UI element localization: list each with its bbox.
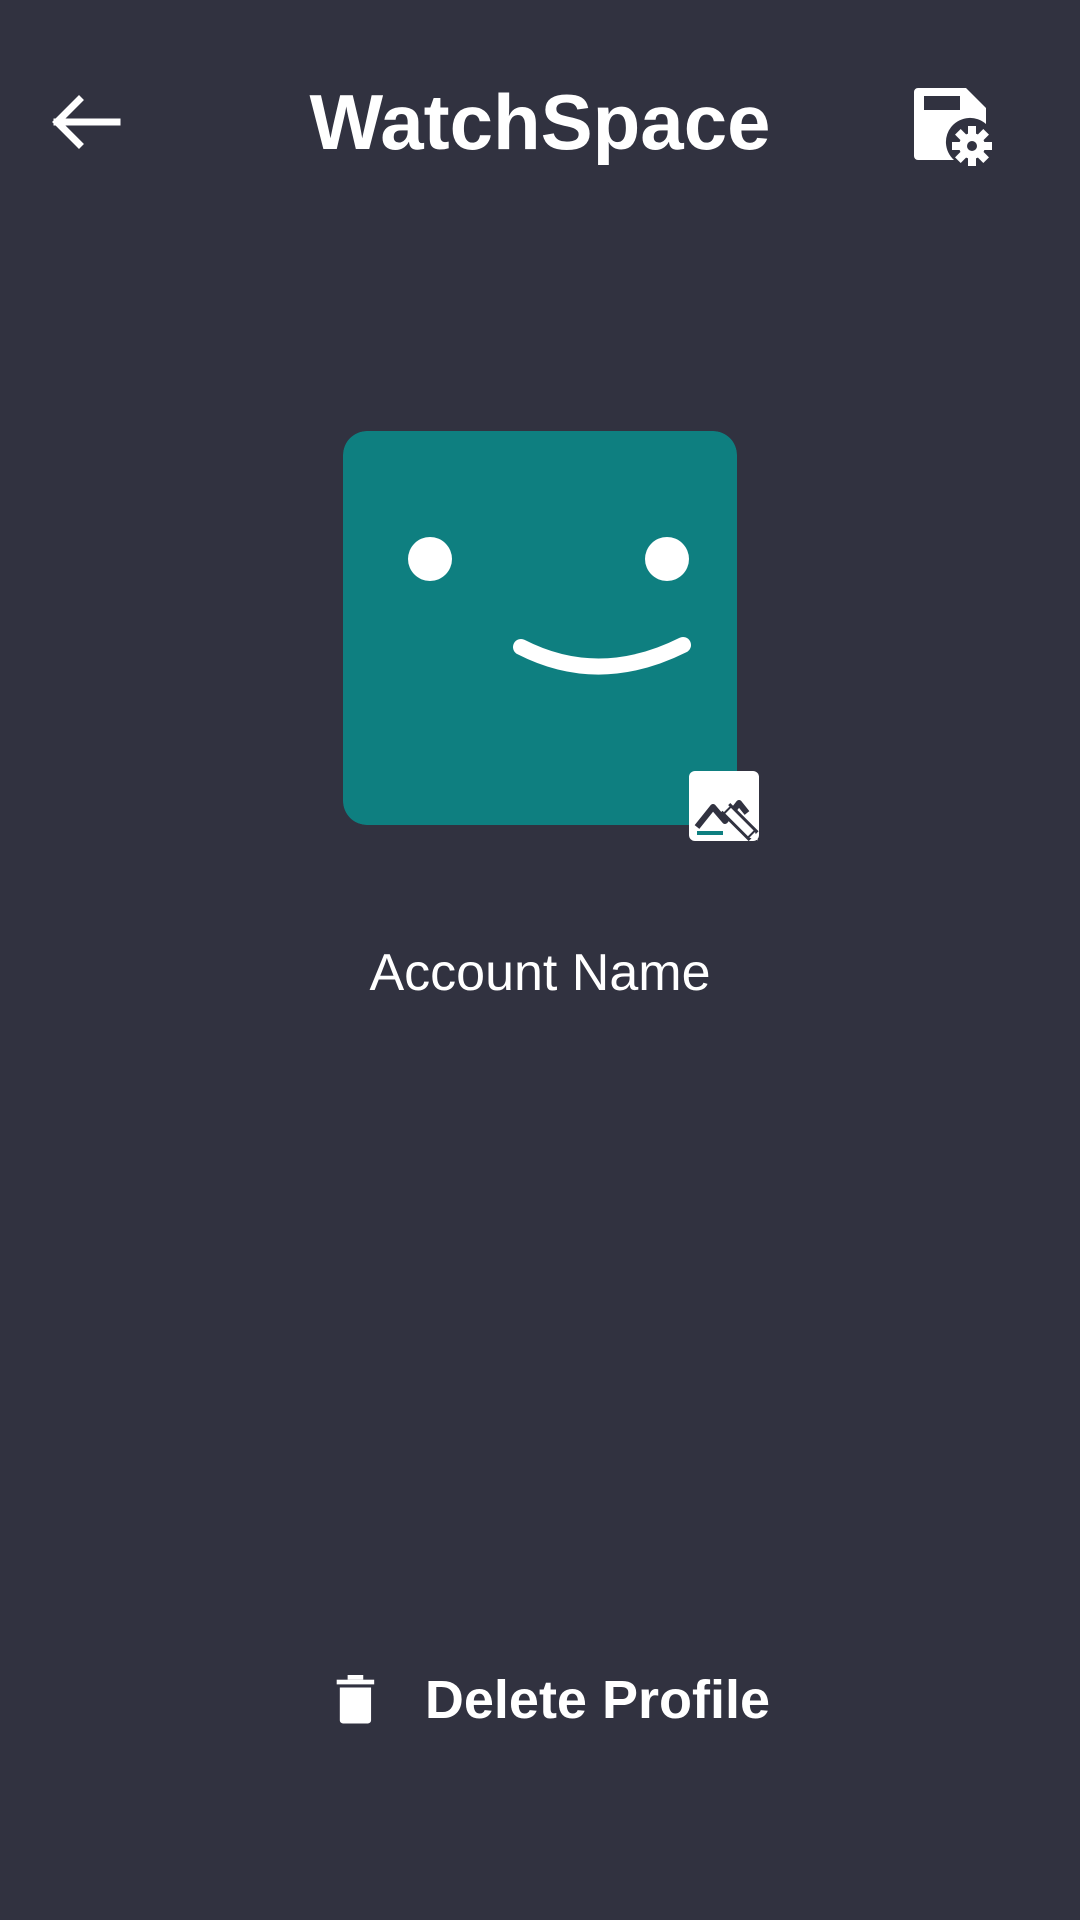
profile-avatar-section <box>343 431 759 842</box>
account-name-field[interactable]: Account Name <box>0 938 1080 1008</box>
save-settings-icon <box>914 88 992 166</box>
trash-icon <box>336 1675 375 1724</box>
profile-avatar[interactable] <box>343 431 737 825</box>
edit-image-icon <box>689 771 759 842</box>
save-settings-button[interactable] <box>906 80 998 172</box>
avatar-left-eye <box>408 537 452 581</box>
delete-profile-button[interactable]: Delete Profile <box>320 1650 770 1750</box>
edit-avatar-button[interactable] <box>683 769 775 861</box>
delete-profile-label: Delete Profile <box>424 1670 770 1730</box>
avatar-right-eye <box>645 537 689 581</box>
top-app-bar: WatchSpace <box>0 0 1080 250</box>
